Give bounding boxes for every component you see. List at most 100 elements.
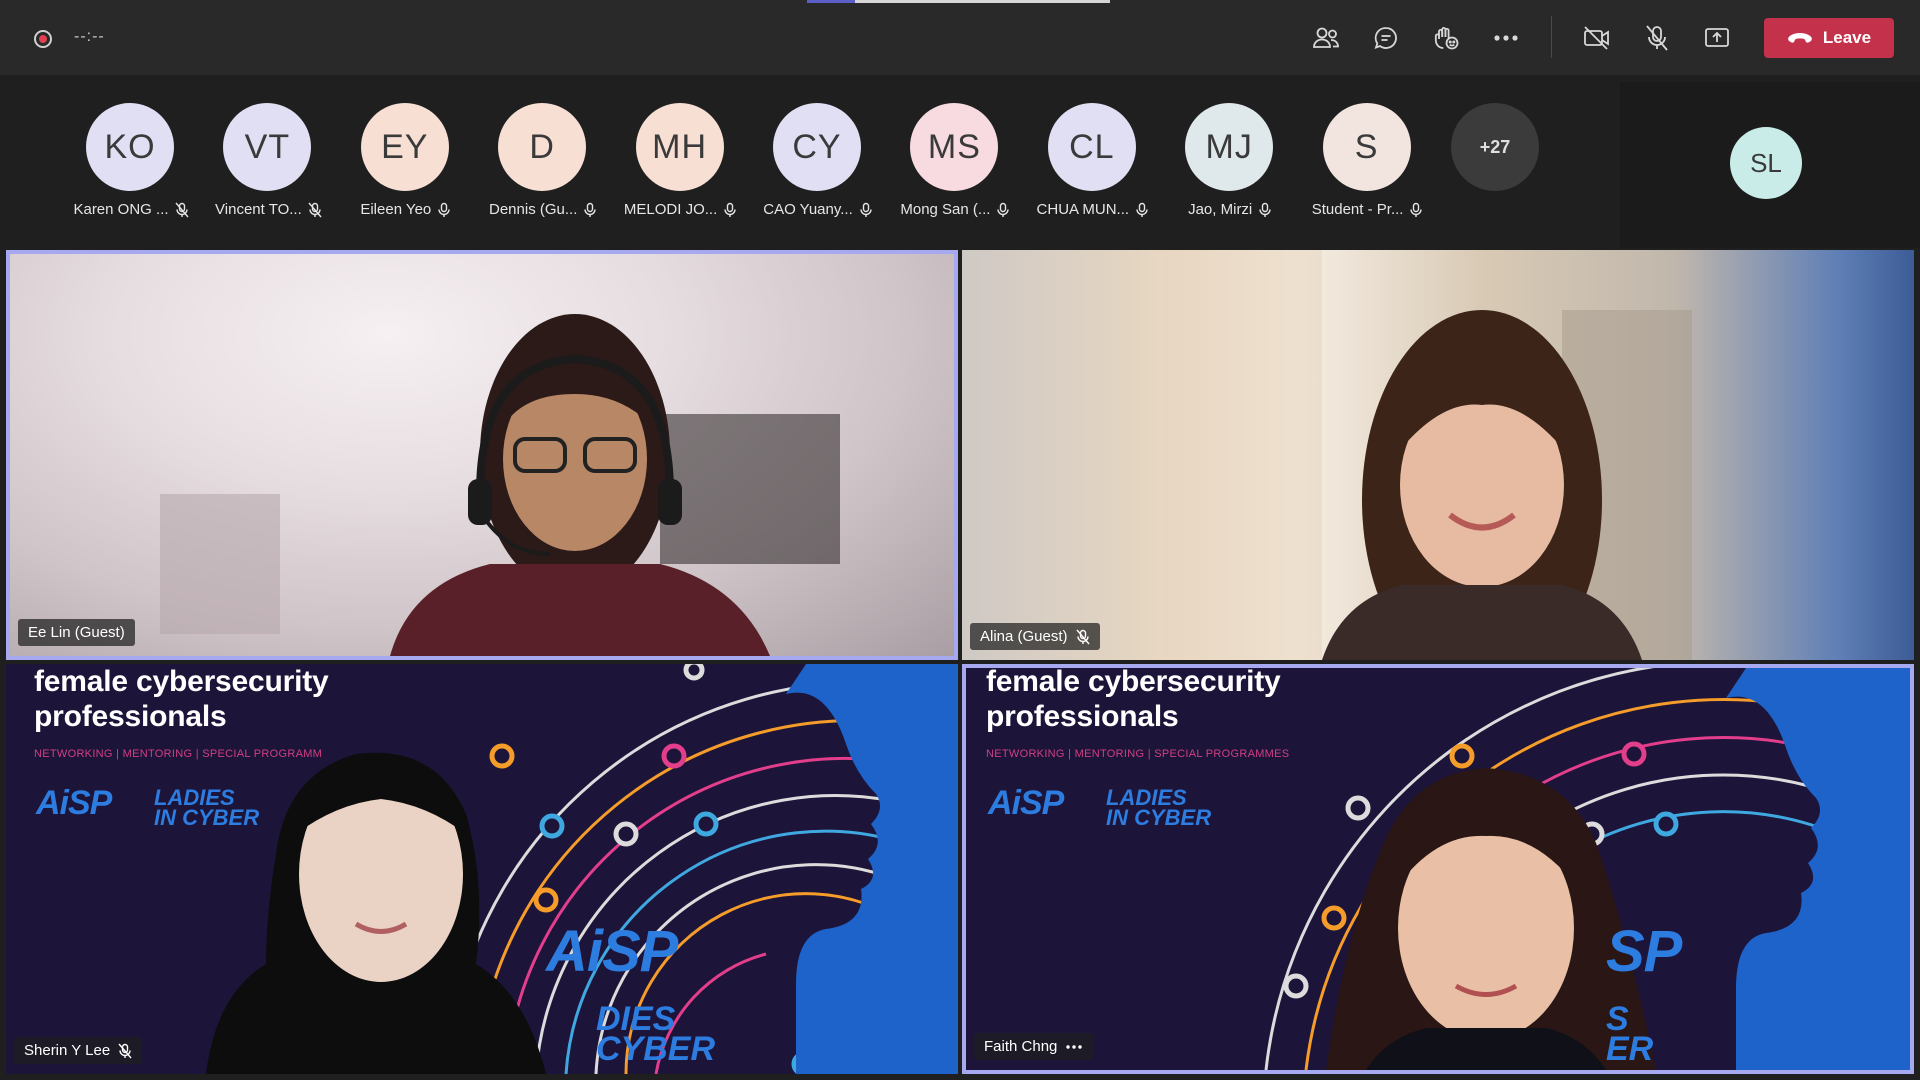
ladies-in-cyber-large-logo: S ER	[1606, 1002, 1653, 1066]
loading-progress-bar	[807, 0, 1110, 3]
more-options-button[interactable]	[1486, 20, 1526, 56]
self-avatar: SL	[1730, 127, 1802, 199]
participant-name-row: Jao, Mirzi	[1152, 201, 1308, 218]
logo-line-2: IN CYBER	[1106, 805, 1212, 830]
aisp-large-logo: AiSP	[546, 919, 678, 984]
share-icon	[1705, 28, 1729, 47]
participant-name-row: Eileen Yeo	[328, 201, 484, 218]
roster-participant[interactable]: MS Mong San (...	[877, 103, 1015, 223]
slide-subtitle: NETWORKING | MENTORING | SPECIAL PROGRAM…	[986, 748, 1290, 760]
self-view-panel: SL	[1620, 82, 1920, 248]
mic-icon	[1410, 202, 1423, 217]
logo-line-2: IN CYBER	[154, 805, 260, 830]
participant-name-row: CAO Yuany...	[740, 201, 896, 218]
participant-name-row: Dennis (Gu...	[465, 201, 621, 218]
mic-off-icon	[174, 202, 189, 217]
roster-participant[interactable]: KO Karen ONG ...	[53, 103, 191, 223]
slide-title-line-2: professionals	[986, 700, 1179, 733]
participant-name: Sherin Y Lee	[24, 1042, 111, 1059]
participant-video-alina	[1162, 250, 1692, 660]
mic-off-icon	[1076, 629, 1090, 644]
meeting-timer: --:--	[74, 28, 105, 45]
slide-title: female cybersecurity professionals	[986, 665, 1281, 734]
reactions-button[interactable]	[1426, 20, 1466, 56]
phone-hangup-icon	[1788, 33, 1812, 43]
participant-name: Jao, Mirzi	[1188, 201, 1253, 218]
leave-label: Leave	[1822, 28, 1872, 47]
participant-avatar: D	[498, 103, 587, 191]
participant-name: Eileen Yeo	[360, 201, 432, 218]
participant-name-row: Karen ONG ...	[53, 201, 209, 218]
camera-toggle-button[interactable]	[1577, 20, 1617, 56]
aisp-logo: AiSP	[36, 784, 112, 822]
meeting-toolbar: --:-- Leave	[0, 0, 1920, 75]
chat-button[interactable]	[1366, 20, 1406, 56]
toolbar-divider	[1551, 16, 1552, 58]
mic-icon	[997, 202, 1010, 217]
video-tile-sherin[interactable]: female cybersecurity professionals NETWO…	[6, 664, 958, 1074]
video-tile-alina[interactable]: Alina (Guest)	[962, 250, 1914, 660]
ladies-in-cyber-logo: LADIES IN CYBER	[1106, 787, 1212, 830]
participant-name: Dennis (Gu...	[489, 201, 578, 218]
participant-avatar: KO	[86, 103, 174, 191]
camera-off-icon	[1584, 26, 1609, 50]
mic-toggle-button[interactable]	[1637, 20, 1677, 56]
mic-icon	[860, 202, 872, 217]
slide-title-line-1: female cybersecurity	[34, 665, 329, 698]
aisp-logo: AiSP	[988, 784, 1064, 822]
participant-name: CHUA MUN...	[1036, 201, 1130, 218]
aisp-large-logo: SP	[1606, 919, 1682, 984]
ladies-in-cyber-large-logo: DIES CYBER	[596, 1002, 716, 1068]
leave-button[interactable]: Leave	[1764, 18, 1894, 58]
mic-icon	[1259, 202, 1271, 217]
more-icon	[1494, 35, 1518, 41]
participants-button[interactable]	[1306, 20, 1346, 56]
roster-participant[interactable]: MH MELODI JO...	[603, 103, 741, 223]
people-icon	[1313, 27, 1339, 48]
participant-avatar: CL	[1047, 103, 1136, 191]
roster-participant[interactable]: VT Vincent TO...	[190, 103, 328, 223]
mic-off-icon	[118, 1043, 132, 1058]
logo-line-2: CYBER	[596, 1030, 716, 1068]
participant-name: Mong San (...	[900, 201, 991, 218]
participant-avatar: MS	[910, 103, 999, 191]
participant-avatar: CY	[773, 103, 861, 191]
participant-avatar: EY	[360, 103, 449, 191]
slide-title-line-1: female cybersecurity	[986, 665, 1281, 698]
participant-gallery-strip: KO Karen ONG ... VT Vincent TO... EY Eileen Y…	[0, 75, 1620, 248]
more-options-icon[interactable]	[1065, 1044, 1083, 1050]
roster-participant[interactable]: S Student - Pr...	[1290, 103, 1428, 223]
participant-avatar: S	[1322, 103, 1411, 191]
chat-icon	[1374, 27, 1397, 49]
participant-name-tag: Faith Chng	[974, 1033, 1094, 1060]
participant-name: Faith Chng	[984, 1038, 1058, 1055]
mic-icon	[584, 202, 597, 217]
participant-name-tag: Alina (Guest)	[970, 623, 1100, 650]
share-screen-button[interactable]	[1697, 20, 1737, 56]
video-tile-ee-lin[interactable]: Ee Lin (Guest)	[6, 250, 958, 660]
slide-subtitle: NETWORKING | MENTORING | SPECIAL PROGRAM…	[34, 748, 323, 760]
participant-avatar: MJ	[1185, 103, 1274, 191]
roster-participant[interactable]: CL CHUA MUN...	[1015, 103, 1153, 223]
roster-participant[interactable]: D Dennis (Gu...	[465, 103, 603, 223]
loading-progress-fill	[807, 0, 856, 3]
video-tile-faith[interactable]: female cybersecurity professionals NETWO…	[962, 664, 1914, 1074]
roster-participant[interactable]: MJ Jao, Mirzi	[1152, 103, 1290, 223]
participant-avatar: MH	[635, 103, 724, 191]
participant-name-tag: Ee Lin (Guest)	[18, 619, 135, 646]
participant-name-row: Mong San (...	[877, 201, 1033, 218]
participant-name-row: Vincent TO...	[190, 201, 346, 218]
roster-participant[interactable]: EY Eileen Yeo	[328, 103, 466, 223]
mic-icon	[1136, 202, 1148, 217]
participant-name: MELODI JO...	[623, 201, 718, 218]
participant-name: Vincent TO...	[215, 201, 302, 218]
participant-name-tag: Sherin Y Lee	[14, 1037, 143, 1064]
participant-name: Karen ONG ...	[73, 201, 169, 218]
mic-icon	[724, 202, 736, 217]
roster-participant[interactable]: CY CAO Yuany...	[740, 103, 878, 223]
participant-name: Student - Pr...	[1311, 201, 1404, 218]
participant-name: Alina (Guest)	[980, 628, 1068, 645]
participant-name-row: CHUA MUN...	[1015, 201, 1171, 218]
more-participants-button[interactable]: +27	[1451, 103, 1539, 191]
slide-title: female cybersecurity professionals	[34, 664, 329, 734]
